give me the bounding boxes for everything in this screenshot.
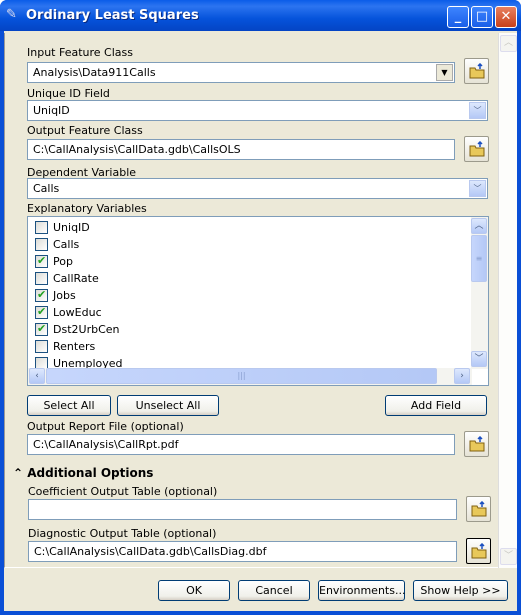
- explanatory-variables-list[interactable]: UniqID Calls Pop CallRate Jobs LowEduc Dst2Urb…: [27, 216, 489, 386]
- browse-input-button[interactable]: [464, 58, 489, 84]
- unselect-all-button[interactable]: Unselect All: [117, 395, 219, 416]
- coefficient-table-input[interactable]: [28, 499, 457, 520]
- dependent-variable-value: Calls: [33, 182, 60, 195]
- list-item-label: CallRate: [53, 272, 99, 285]
- checkbox[interactable]: [35, 254, 48, 268]
- browse-diagnostic-button[interactable]: [466, 538, 491, 564]
- folder-open-icon: [471, 501, 487, 517]
- cancel-button[interactable]: Cancel: [238, 580, 310, 601]
- scroll-up-icon[interactable]: ︿: [500, 35, 517, 52]
- parameters-panel: Input Feature Class Analysis\Data911Call…: [4, 33, 498, 568]
- title-bar: ✎ Ordinary Least Squares _ □ ✕: [0, 0, 521, 31]
- environments-button[interactable]: Environments...: [318, 580, 405, 601]
- show-help-button[interactable]: Show Help >>: [413, 580, 508, 601]
- list-item-label: Dst2UrbCen: [53, 323, 120, 336]
- dialog-body: Input Feature Class Analysis\Data911Call…: [4, 31, 517, 611]
- checkbox[interactable]: [35, 288, 48, 302]
- coefficient-table-label: Coefficient Output Table (optional): [28, 485, 218, 498]
- unique-id-combobox[interactable]: UniqID ﹀: [27, 100, 488, 121]
- input-feature-class-value: Analysis\Data911Calls: [33, 66, 156, 79]
- dependent-variable-combobox[interactable]: Calls ﹀: [27, 178, 488, 199]
- folder-open-icon: [469, 141, 485, 157]
- minimize-button[interactable]: _: [447, 6, 469, 28]
- explanatory-variables-label: Explanatory Variables: [27, 202, 147, 215]
- list-item[interactable]: LowEduc: [35, 304, 102, 321]
- list-item[interactable]: Calls: [35, 236, 79, 253]
- browse-output-button[interactable]: [464, 136, 489, 162]
- panel-vertical-scrollbar[interactable]: ︿ ﹀: [498, 33, 517, 568]
- folder-open-icon: [469, 63, 485, 79]
- checkbox[interactable]: [35, 305, 48, 319]
- additional-options-label: Additional Options: [27, 466, 154, 480]
- list-vertical-scrollbar[interactable]: ︿ ≡ ﹀: [471, 217, 488, 369]
- list-item[interactable]: CallRate: [35, 270, 99, 287]
- collapse-chevron-icon: ⌃: [13, 466, 24, 480]
- chevron-down-icon[interactable]: ﹀: [469, 102, 486, 119]
- output-report-input[interactable]: C:\CallAnalysis\CallRpt.pdf: [27, 434, 455, 455]
- dialog-window: ✎ Ordinary Least Squares _ □ ✕ Input Fea…: [0, 0, 521, 615]
- unique-id-value: UniqID: [33, 104, 70, 117]
- select-all-button[interactable]: Select All: [27, 395, 111, 416]
- input-feature-class-combobox[interactable]: Analysis\Data911Calls ▼: [27, 62, 455, 83]
- scroll-down-icon[interactable]: ﹀: [500, 548, 517, 565]
- list-item[interactable]: Jobs: [35, 287, 76, 304]
- output-feature-class-input[interactable]: C:\CallAnalysis\CallData.gdb\CallsOLS: [27, 139, 455, 160]
- folder-open-icon: [471, 543, 487, 559]
- list-item-label: Calls: [53, 238, 80, 251]
- output-feature-class-label: Output Feature Class: [27, 124, 143, 137]
- list-item-label: LowEduc: [53, 306, 102, 319]
- scroll-thumb[interactable]: ≡: [471, 235, 487, 282]
- scroll-left-icon[interactable]: ‹: [29, 368, 45, 384]
- list-item[interactable]: Dst2UrbCen: [35, 321, 120, 338]
- maximize-button[interactable]: □: [471, 6, 493, 28]
- scroll-up-icon[interactable]: ︿: [471, 218, 487, 234]
- list-item[interactable]: UniqID: [35, 219, 90, 236]
- checkbox[interactable]: [35, 272, 48, 285]
- diagnostic-table-label: Diagnostic Output Table (optional): [28, 527, 217, 540]
- browse-coefficient-button[interactable]: [466, 496, 491, 522]
- browse-report-button[interactable]: [464, 431, 489, 457]
- scroll-thumb[interactable]: |||: [46, 368, 437, 384]
- list-item-label: UniqID: [53, 221, 90, 234]
- ok-button[interactable]: OK: [158, 580, 230, 601]
- list-horizontal-scrollbar[interactable]: ‹ ||| ›: [28, 368, 472, 385]
- window-title: Ordinary Least Squares: [26, 8, 199, 23]
- checkbox[interactable]: [35, 340, 48, 353]
- unique-id-label: Unique ID Field: [27, 87, 110, 100]
- folder-open-icon: [469, 436, 485, 452]
- diagnostic-table-input[interactable]: C:\CallAnalysis\CallData.gdb\CallsDiag.d…: [28, 541, 457, 562]
- list-item-label: Renters: [53, 340, 96, 353]
- additional-options-toggle[interactable]: ⌃ Additional Options: [13, 466, 153, 480]
- input-feature-class-label: Input Feature Class: [27, 46, 133, 59]
- scroll-right-icon[interactable]: ›: [454, 368, 470, 384]
- checkbox[interactable]: [35, 322, 48, 336]
- scroll-down-icon[interactable]: ﹀: [471, 351, 487, 367]
- list-item-label: Jobs: [53, 289, 76, 302]
- list-item-label: Pop: [53, 255, 73, 268]
- chevron-down-icon[interactable]: ﹀: [469, 180, 486, 197]
- checkbox[interactable]: [35, 221, 48, 234]
- list-item[interactable]: Renters: [35, 338, 95, 355]
- list-item[interactable]: Pop: [35, 253, 73, 270]
- dropdown-arrow-icon[interactable]: ▼: [436, 64, 453, 81]
- tool-script-icon: ✎: [6, 7, 17, 22]
- output-report-label: Output Report File (optional): [27, 420, 184, 433]
- checkbox[interactable]: [35, 238, 48, 251]
- add-field-button[interactable]: Add Field: [385, 395, 487, 416]
- close-button[interactable]: ✕: [495, 6, 517, 28]
